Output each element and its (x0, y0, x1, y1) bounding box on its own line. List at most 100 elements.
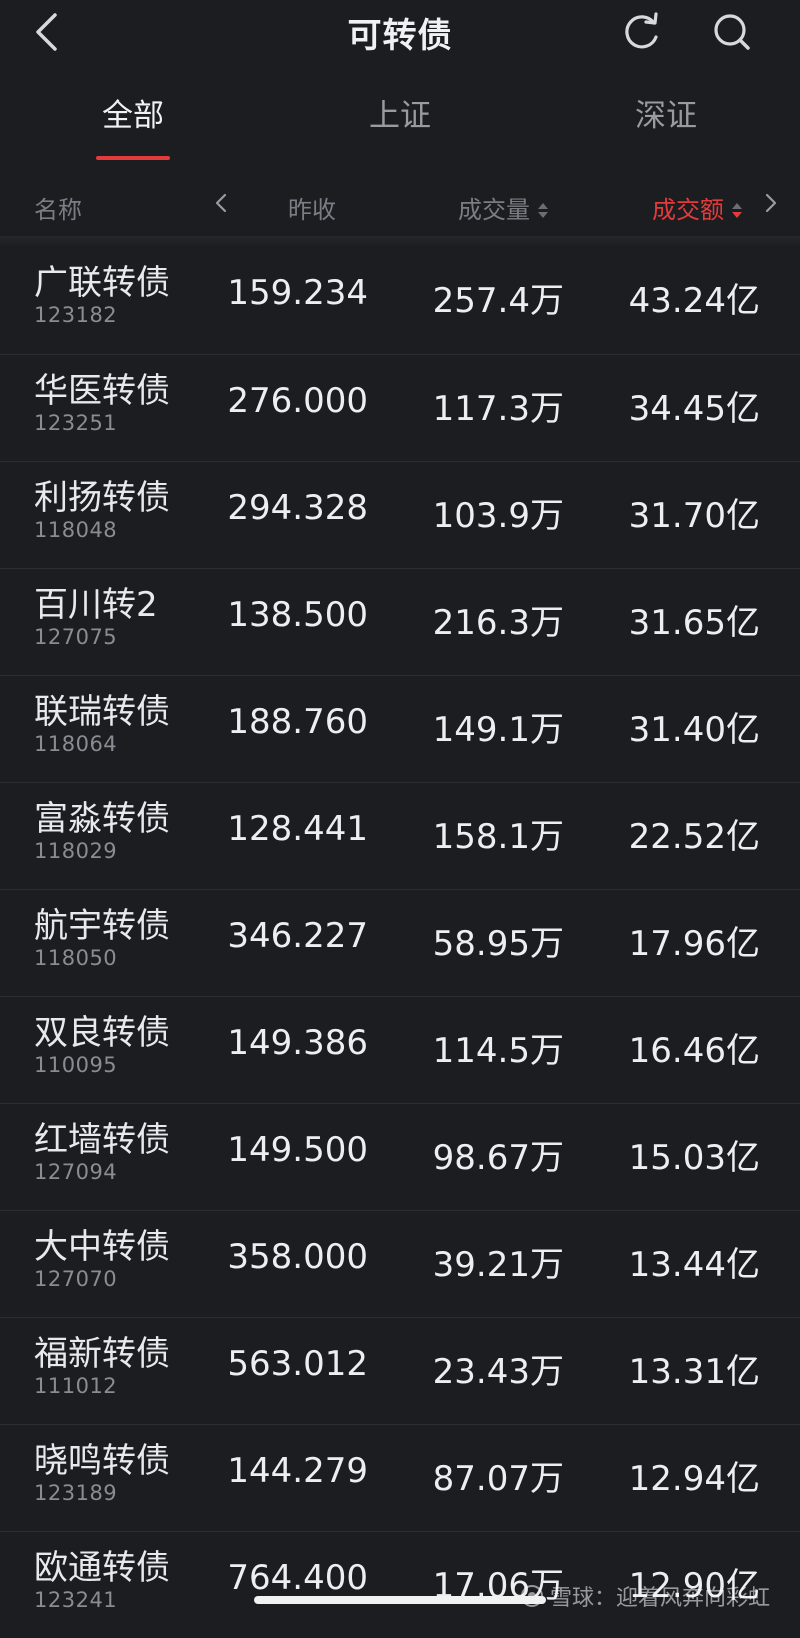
tab-shenzhen[interactable]: 深证 (626, 90, 706, 160)
amount-value: 31.70亿 (628, 496, 760, 536)
top-bar: 可转债 (0, 0, 800, 66)
volume-value: 257.4万 (432, 281, 564, 321)
volume-value: 23.43万 (432, 1352, 564, 1392)
table-row[interactable]: 双良转债 110095 149.386 114.5万 16.46亿 (0, 996, 800, 1103)
prev-close-value: 188.760 (227, 702, 368, 742)
bond-name: 航宇转债 (34, 906, 170, 946)
table-row[interactable]: 航宇转债 118050 346.227 58.95万 17.96亿 (0, 889, 800, 996)
bond-name: 红墙转债 (34, 1120, 170, 1160)
table-row[interactable]: 大中转债 127070 358.000 39.21万 13.44亿 (0, 1210, 800, 1317)
prev-close-value: 346.227 (227, 916, 368, 956)
active-tab-indicator (96, 156, 170, 160)
page-title: 可转债 (347, 16, 453, 56)
amount-value: 43.24亿 (628, 281, 760, 321)
bond-name: 福新转债 (34, 1334, 170, 1374)
refresh-button[interactable] (616, 8, 668, 56)
refresh-icon (625, 12, 658, 49)
bond-code: 118050 (34, 946, 118, 970)
table-row[interactable]: 广联转债 123182 159.234 257.4万 43.24亿 (0, 247, 800, 354)
market-tabs: 全部 上证 深证 (0, 90, 800, 170)
watermark: 雪球：迎着风奔向彩虹 (520, 1580, 770, 1612)
home-indicator[interactable] (254, 1596, 546, 1604)
amount-value: 13.44亿 (628, 1245, 760, 1285)
bond-table: 广联转债 123182 159.234 257.4万 43.24亿 华医转债 1… (0, 247, 800, 1638)
bond-code: 127075 (34, 625, 118, 649)
column-amount: 成交额 (652, 196, 724, 224)
table-row[interactable]: 红墙转债 127094 149.500 98.67万 15.03亿 (0, 1103, 800, 1210)
volume-value: 87.07万 (432, 1459, 564, 1499)
bond-name: 欧通转债 (34, 1548, 170, 1588)
bond-code: 123189 (34, 1481, 118, 1505)
volume-value: 98.67万 (432, 1138, 564, 1178)
volume-value: 103.9万 (432, 496, 564, 536)
table-row[interactable]: 福新转债 111012 563.012 23.43万 13.31亿 (0, 1317, 800, 1424)
watermark-text: 雪球：迎着风奔向彩虹 (550, 1586, 771, 1611)
prev-close-value: 149.386 (227, 1023, 368, 1063)
amount-value: 34.45亿 (628, 389, 760, 429)
sort-icon (538, 203, 548, 219)
volume-value: 114.5万 (432, 1031, 564, 1071)
volume-value: 39.21万 (432, 1245, 564, 1285)
column-volume-sort[interactable]: 成交量 (458, 190, 548, 225)
prev-close-value: 138.500 (227, 595, 368, 635)
search-button[interactable] (706, 8, 758, 56)
column-header: 名称 昨收 成交量 成交额 (0, 178, 800, 236)
bond-name: 富淼转债 (34, 799, 170, 839)
amount-value: 12.94亿 (628, 1459, 760, 1499)
prev-close-value: 149.500 (227, 1130, 368, 1170)
column-volume: 成交量 (458, 196, 530, 224)
amount-value: 31.40亿 (628, 710, 760, 750)
sort-desc-icon (732, 203, 742, 219)
prev-close-value: 159.234 (227, 273, 368, 313)
table-row[interactable]: 晓鸣转债 123189 144.279 87.07万 12.94亿 (0, 1424, 800, 1531)
bond-code: 127070 (34, 1267, 118, 1291)
table-row[interactable]: 富淼转债 118029 128.441 158.1万 22.52亿 (0, 782, 800, 889)
volume-value: 216.3万 (432, 603, 564, 643)
bond-code: 111012 (34, 1374, 118, 1398)
chevron-right-icon (765, 193, 777, 213)
table-row[interactable]: 联瑞转债 118064 188.760 149.1万 31.40亿 (0, 675, 800, 782)
prev-close-value: 563.012 (227, 1344, 368, 1384)
column-name: 名称 (34, 196, 82, 224)
bond-code: 123251 (34, 411, 118, 435)
prev-close-value: 294.328 (227, 488, 368, 528)
amount-value: 15.03亿 (628, 1138, 760, 1178)
bond-name: 联瑞转债 (34, 692, 170, 732)
header-divider (0, 236, 800, 247)
prev-close-value: 358.000 (227, 1237, 368, 1277)
table-row[interactable]: 百川转2 127075 138.500 216.3万 31.65亿 (0, 568, 800, 675)
bond-name: 大中转债 (34, 1227, 170, 1267)
volume-value: 117.3万 (432, 389, 564, 429)
scroll-columns-left-button[interactable] (214, 192, 228, 220)
volume-value: 158.1万 (432, 817, 564, 857)
table-row[interactable]: 华医转债 123251 276.000 117.3万 34.45亿 (0, 354, 800, 461)
tab-shanghai[interactable]: 上证 (360, 90, 440, 160)
amount-value: 22.52亿 (628, 817, 760, 857)
amount-value: 17.96亿 (628, 924, 760, 964)
scroll-columns-right-button[interactable] (764, 192, 778, 220)
bond-name: 利扬转债 (34, 478, 170, 518)
table-row[interactable]: 利扬转债 118048 294.328 103.9万 31.70亿 (0, 461, 800, 568)
bond-name: 晓鸣转债 (34, 1441, 170, 1481)
bond-code: 118064 (34, 732, 118, 756)
search-icon (714, 14, 750, 50)
column-amount-sort[interactable]: 成交额 (652, 190, 742, 225)
tab-all[interactable]: 全部 (96, 90, 170, 160)
bond-code: 123182 (34, 303, 118, 327)
amount-value: 31.65亿 (628, 603, 760, 643)
volume-value: 149.1万 (432, 710, 564, 750)
prev-close-value: 764.400 (227, 1558, 368, 1598)
bond-name: 双良转债 (34, 1013, 170, 1053)
prev-close-value: 144.279 (227, 1451, 368, 1491)
amount-value: 16.46亿 (628, 1031, 760, 1071)
bond-code: 110095 (34, 1053, 118, 1077)
bond-name: 广联转债 (34, 263, 170, 303)
bond-code: 118029 (34, 839, 118, 863)
bond-code: 127094 (34, 1160, 118, 1184)
amount-value: 13.31亿 (628, 1352, 760, 1392)
column-prev-close[interactable]: 昨收 (288, 190, 336, 225)
volume-value: 58.95万 (432, 924, 564, 964)
chevron-left-icon (215, 193, 227, 213)
prev-close-value: 276.000 (227, 381, 368, 421)
bond-name: 华医转债 (34, 371, 170, 411)
